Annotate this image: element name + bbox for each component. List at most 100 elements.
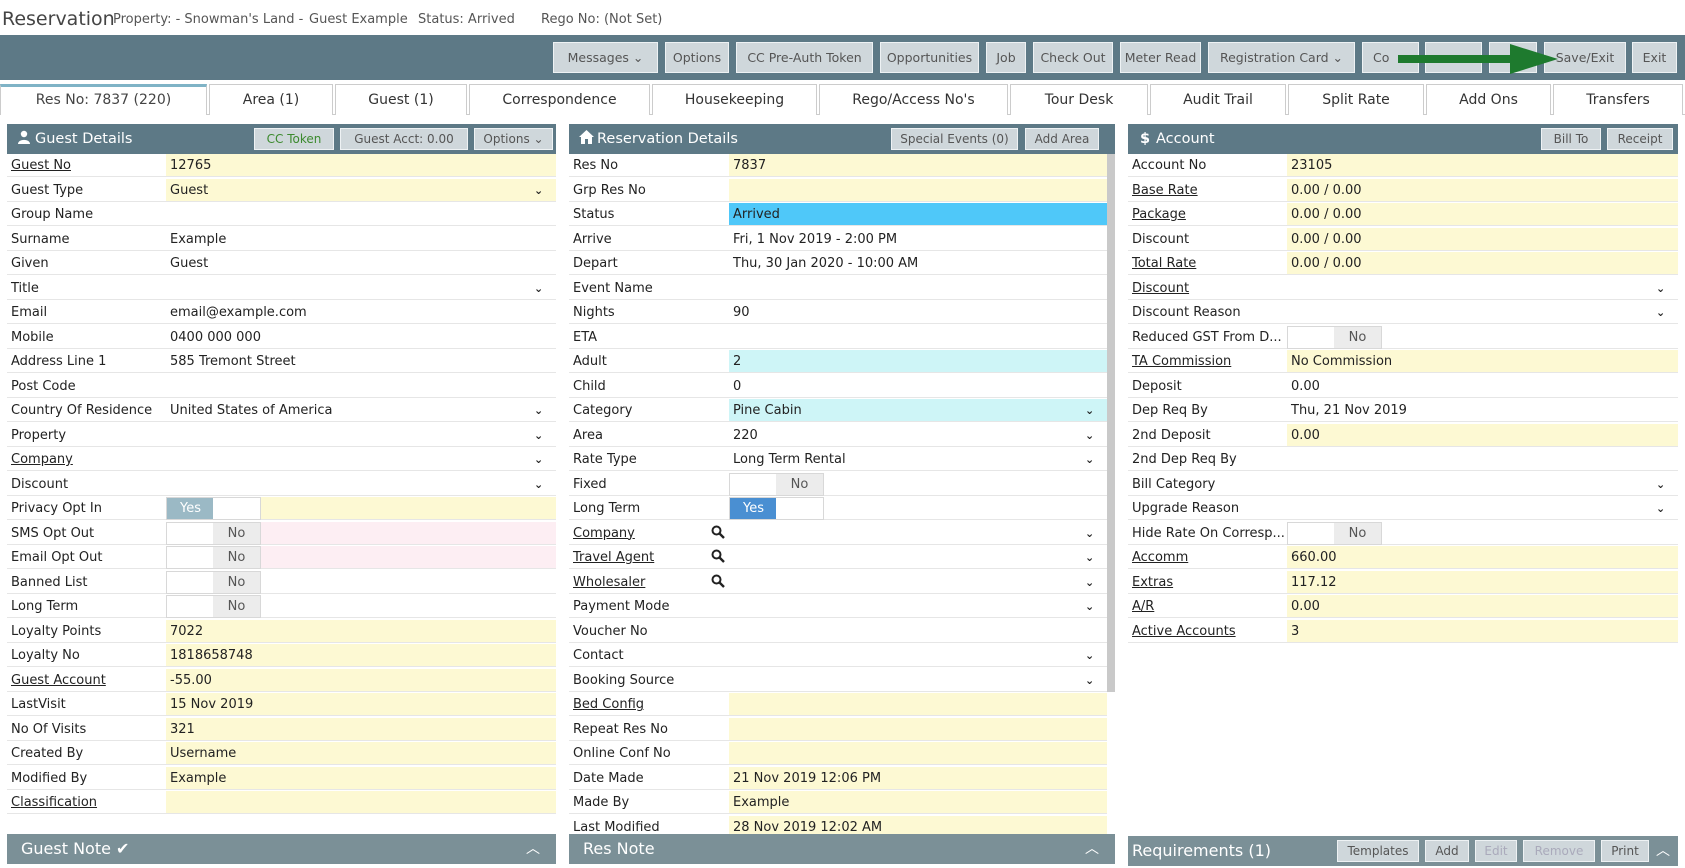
field-value-company[interactable] [166, 448, 556, 471]
messages-button[interactable]: Messages ⌄ [553, 42, 658, 73]
toggle-email-opt-out[interactable]: No [166, 546, 261, 569]
field-value-account-no[interactable]: 23105 [1287, 154, 1678, 177]
cc-pre-auth-token-button[interactable]: CC Pre-Auth Token [736, 42, 873, 73]
chevron-down-icon[interactable]: ⌄ [534, 179, 543, 202]
tab-transfers[interactable]: Transfers [1553, 84, 1683, 115]
field-value-package[interactable]: 0.00 / 0.00 [1287, 203, 1678, 226]
chevron-down-icon[interactable]: ⌄ [1656, 277, 1665, 300]
field-value-wholesaler[interactable] [729, 570, 1107, 593]
toggle-reduced-gst-from-d[interactable]: No [1287, 325, 1382, 349]
bill-to-button[interactable]: Bill To [1541, 128, 1601, 150]
field-value-classification[interactable] [166, 791, 556, 814]
toggle-long-term[interactable]: No [166, 595, 261, 618]
field-value-accomm[interactable]: 660.00 [1287, 546, 1678, 569]
edit-requirement-button[interactable]: Edit [1475, 840, 1517, 862]
templates-button[interactable]: Templates [1337, 840, 1419, 862]
cc-token-button[interactable]: CC Token [254, 128, 334, 150]
tab-area[interactable]: Area (1) [209, 84, 333, 115]
meter-read-button[interactable]: Meter Read [1120, 42, 1201, 73]
field-value-title[interactable] [166, 276, 556, 299]
guest-options-button[interactable]: Options ⌄ [474, 128, 553, 150]
tab-tour-desk[interactable]: Tour Desk [1010, 84, 1148, 115]
field-value-travel-agent[interactable] [729, 546, 1107, 569]
field-value-area[interactable]: 220 [729, 423, 1107, 446]
field-label-extras[interactable]: Extras [1128, 570, 1287, 593]
tab-add-ons[interactable]: Add Ons [1426, 84, 1551, 115]
field-value-discount[interactable] [166, 472, 556, 495]
field-value-booking-source[interactable] [729, 668, 1107, 691]
check-out-button[interactable]: Check Out [1033, 42, 1113, 73]
field-value-active-accounts[interactable]: 3 [1287, 619, 1678, 642]
toggle-long-term[interactable]: Yes [729, 497, 824, 520]
field-value-eta[interactable] [729, 325, 1107, 348]
field-value-res-no[interactable]: 7837 [729, 154, 1107, 177]
field-value-ta-commission[interactable]: No Commission [1287, 350, 1678, 373]
field-value-address-line-1[interactable]: 585 Tremont Street [166, 350, 556, 373]
field-value-online-conf-no[interactable] [729, 742, 1107, 765]
field-value-2nd-deposit[interactable]: 0.00 [1287, 423, 1678, 446]
tab-res-no[interactable]: Res No: 7837 (220) [0, 84, 207, 115]
field-value-grp-res-no[interactable] [729, 178, 1107, 201]
field-value-bill-category[interactable] [1287, 472, 1678, 495]
field-label-a-r[interactable]: A/R [1128, 595, 1287, 618]
field-value-created-by[interactable]: Username [166, 742, 556, 765]
chevron-down-icon[interactable]: ⌄ [1656, 497, 1665, 520]
field-value-date-made[interactable]: 21 Nov 2019 12:06 PM [729, 766, 1107, 789]
chevron-up-icon[interactable]: ︿ [1085, 834, 1099, 864]
field-value-total-rate[interactable]: 0.00 / 0.00 [1287, 252, 1678, 275]
requirements-header[interactable]: Requirements (1) Templates Add Edit Remo… [1128, 836, 1678, 866]
chevron-down-icon[interactable]: ⌄ [1085, 522, 1094, 545]
field-value-a-r[interactable]: 0.00 [1287, 595, 1678, 618]
field-label-company[interactable]: Company [569, 521, 729, 544]
toggle-privacy-opt-in[interactable]: Yes [166, 497, 261, 520]
field-value-property[interactable] [166, 423, 556, 446]
field-value-rate-type[interactable]: Long Term Rental [729, 448, 1107, 471]
field-value-arrive[interactable]: Fri, 1 Nov 2019 - 2:00 PM [729, 227, 1107, 250]
tab-guest[interactable]: Guest (1) [335, 84, 467, 115]
field-value-child[interactable]: 0 [729, 374, 1107, 397]
res-note-header[interactable]: Res Note ︿ [569, 834, 1115, 864]
field-label-wholesaler[interactable]: Wholesaler [569, 570, 729, 593]
field-value-deposit[interactable]: 0.00 [1287, 374, 1678, 397]
field-label-bed-config[interactable]: Bed Config [569, 693, 729, 716]
search-icon[interactable] [711, 574, 725, 590]
field-value-country-of-residence[interactable]: United States of America [166, 399, 556, 422]
reservation-scrollbar[interactable] [1107, 154, 1115, 692]
tab-housekeeping[interactable]: Housekeeping [652, 84, 817, 115]
add-area-button[interactable]: Add Area [1025, 128, 1099, 150]
exit-button[interactable]: Exit [1632, 42, 1677, 73]
field-value-guest-account[interactable]: -55.00 [166, 668, 556, 691]
field-value-made-by[interactable]: Example [729, 791, 1107, 814]
print-button[interactable]: Print [1601, 840, 1649, 862]
chevron-down-icon[interactable]: ⌄ [1085, 546, 1094, 569]
field-value-company[interactable] [729, 521, 1107, 544]
job-button[interactable]: Job [986, 42, 1026, 73]
field-value-depart[interactable]: Thu, 30 Jan 2020 - 10:00 AM [729, 252, 1107, 275]
guest-acct-button[interactable]: Guest Acct: 0.00 [340, 128, 468, 150]
chevron-down-icon[interactable]: ⌄ [534, 448, 543, 471]
field-value-adult[interactable]: 2 [729, 350, 1107, 373]
field-value-upgrade-reason[interactable] [1287, 497, 1678, 520]
field-label-accomm[interactable]: Accomm [1128, 546, 1287, 569]
field-value-no-of-visits[interactable]: 321 [166, 717, 556, 740]
tab-correspondence[interactable]: Correspondence [469, 84, 650, 115]
field-value-given[interactable]: Guest [166, 252, 556, 275]
field-value-status[interactable]: Arrived [729, 203, 1107, 226]
chevron-down-icon[interactable]: ⌄ [1085, 424, 1094, 447]
field-value-post-code[interactable] [166, 374, 556, 397]
field-label-guest-no[interactable]: Guest No [7, 154, 166, 177]
field-label-active-accounts[interactable]: Active Accounts [1128, 619, 1287, 642]
chevron-down-icon[interactable]: ⌄ [1656, 301, 1665, 324]
field-value-loyalty-points[interactable]: 7022 [166, 619, 556, 642]
toggle-hide-rate-on-corresp[interactable]: No [1287, 521, 1382, 545]
field-value-surname[interactable]: Example [166, 227, 556, 250]
chevron-down-icon[interactable]: ⌄ [534, 277, 543, 300]
field-label-total-rate[interactable]: Total Rate [1128, 252, 1287, 275]
chevron-down-icon[interactable]: ⌄ [1085, 399, 1094, 422]
field-value-group-name[interactable] [166, 203, 556, 226]
field-label-discount[interactable]: Discount [1128, 276, 1287, 299]
guest-note-header[interactable]: Guest Note ✔ ︿ [7, 834, 556, 864]
field-value-2nd-dep-req-by[interactable] [1287, 448, 1678, 471]
options-button[interactable]: Options [665, 42, 729, 73]
field-value-lastvisit[interactable]: 15 Nov 2019 [166, 693, 556, 716]
